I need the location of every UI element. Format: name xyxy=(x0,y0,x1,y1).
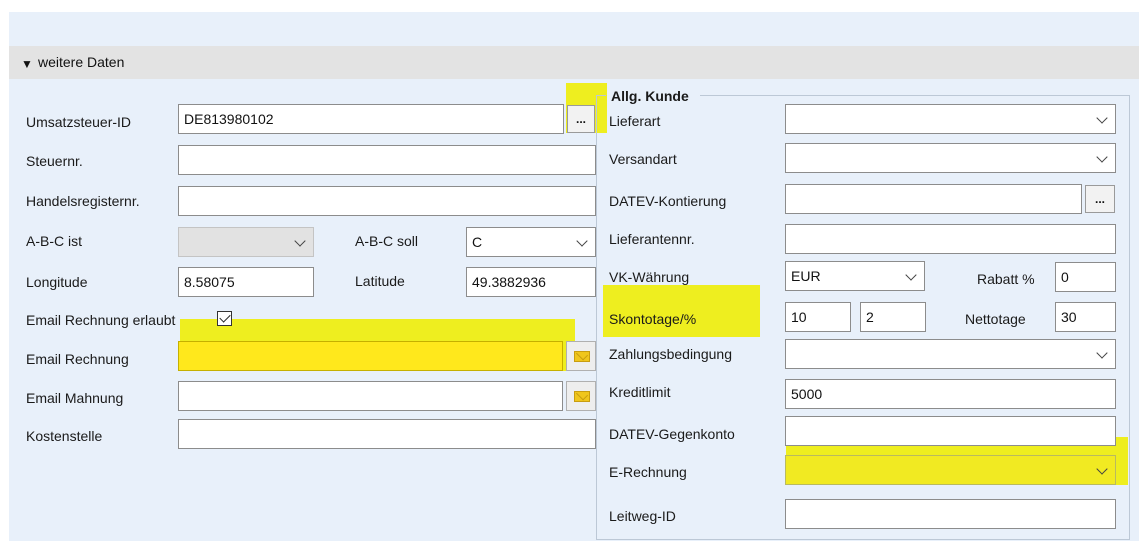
section-header[interactable]: ▼ weitere Daten xyxy=(9,46,1139,79)
datev-kontierung-input[interactable] xyxy=(785,184,1082,214)
umsatzsteuer-input[interactable]: DE813980102 xyxy=(178,104,564,134)
leitweg-input[interactable] xyxy=(785,499,1116,529)
group-border xyxy=(700,95,1130,96)
umsatzsteuer-label: Umsatzsteuer-ID xyxy=(26,114,132,130)
email-erlaubt-label: Email Rechnung erlaubt xyxy=(26,312,176,328)
handelsregister-input[interactable] xyxy=(178,186,596,216)
expand-triangle-icon[interactable]: ▼ xyxy=(21,57,33,71)
zahlungsbedingung-label: Zahlungsbedingung xyxy=(609,346,732,362)
email-rechnung-input[interactable] xyxy=(178,341,563,371)
nettotage-input[interactable]: 30 xyxy=(1055,302,1116,332)
email-rechnung-label: Email Rechnung xyxy=(26,351,129,367)
steuernr-label: Steuernr. xyxy=(26,153,83,169)
skontotage-input[interactable]: 10 xyxy=(785,302,851,332)
chevron-down-icon xyxy=(294,235,306,247)
rabatt-input[interactable]: 0 xyxy=(1055,262,1116,292)
mail-envelope-icon xyxy=(574,351,590,362)
email-mahnung-input[interactable] xyxy=(178,381,563,411)
datev-gegenkonto-label: DATEV-Gegenkonto xyxy=(609,426,735,442)
e-rechnung-label: E-Rechnung xyxy=(609,464,687,480)
group-border xyxy=(1129,95,1130,540)
datev-kontierung-label: DATEV-Kontierung xyxy=(609,193,727,209)
datev-kontierung-lookup-button[interactable]: ... xyxy=(1085,185,1115,213)
steuernr-input[interactable] xyxy=(178,145,596,175)
longitude-label: Longitude xyxy=(26,274,88,290)
latitude-input[interactable]: 49.3882936 xyxy=(466,267,596,297)
abc-soll-select[interactable]: C xyxy=(466,227,596,257)
skonto-prozent-input[interactable]: 2 xyxy=(860,302,926,332)
chevron-down-icon xyxy=(576,235,588,247)
kostenstelle-input[interactable] xyxy=(178,419,596,449)
chevron-down-icon xyxy=(905,269,917,281)
lieferart-select[interactable] xyxy=(785,104,1116,134)
email-rechnung-send-button[interactable] xyxy=(566,341,596,371)
chevron-down-icon xyxy=(1096,151,1108,163)
datev-gegenkonto-input[interactable] xyxy=(785,416,1116,446)
top-band xyxy=(9,12,1139,46)
vk-waehrung-value: EUR xyxy=(791,268,821,284)
abc-soll-value: C xyxy=(472,234,483,250)
vk-waehrung-label: VK-Währung xyxy=(609,269,690,285)
e-rechnung-select[interactable] xyxy=(785,455,1116,485)
kostenstelle-label: Kostenstelle xyxy=(26,428,103,444)
lieferantennr-input[interactable] xyxy=(785,224,1116,254)
kreditlimit-label: Kreditlimit xyxy=(609,384,671,400)
latitude-label: Latitude xyxy=(355,273,405,289)
leitweg-label: Leitweg-ID xyxy=(609,508,676,524)
skontotage-label: Skontotage/% xyxy=(609,311,697,327)
nettotage-label: Nettotage xyxy=(965,311,1026,327)
chevron-down-icon xyxy=(1096,347,1108,359)
section-title: weitere Daten xyxy=(38,54,125,70)
email-erlaubt-checkbox[interactable] xyxy=(217,311,232,326)
email-mahnung-label: Email Mahnung xyxy=(26,390,124,406)
lieferantennr-label: Lieferantennr. xyxy=(609,231,695,247)
kreditlimit-input[interactable]: 5000 xyxy=(785,379,1116,409)
lieferart-label: Lieferart xyxy=(609,113,661,129)
group-title: Allg. Kunde xyxy=(609,87,691,105)
group-border xyxy=(596,95,606,96)
zahlungsbedingung-select[interactable] xyxy=(785,339,1116,369)
mail-envelope-icon xyxy=(574,391,590,402)
abc-ist-label: A-B-C ist xyxy=(26,233,82,249)
versandart-select[interactable] xyxy=(785,143,1116,173)
chevron-down-icon xyxy=(1096,112,1108,124)
umsatzsteuer-lookup-button[interactable]: ... xyxy=(567,105,595,133)
chevron-down-icon xyxy=(1096,463,1108,475)
rabatt-label: Rabatt % xyxy=(977,271,1035,287)
longitude-input[interactable]: 8.58075 xyxy=(178,267,314,297)
group-border xyxy=(596,95,597,540)
abc-ist-select xyxy=(178,227,314,257)
abc-soll-label: A-B-C soll xyxy=(355,233,419,249)
versandart-label: Versandart xyxy=(609,151,677,167)
email-mahnung-send-button[interactable] xyxy=(566,381,596,411)
group-border xyxy=(596,539,1130,540)
vk-waehrung-select[interactable]: EUR xyxy=(785,261,925,291)
handelsregister-label: Handelsregisternr. xyxy=(26,193,140,209)
